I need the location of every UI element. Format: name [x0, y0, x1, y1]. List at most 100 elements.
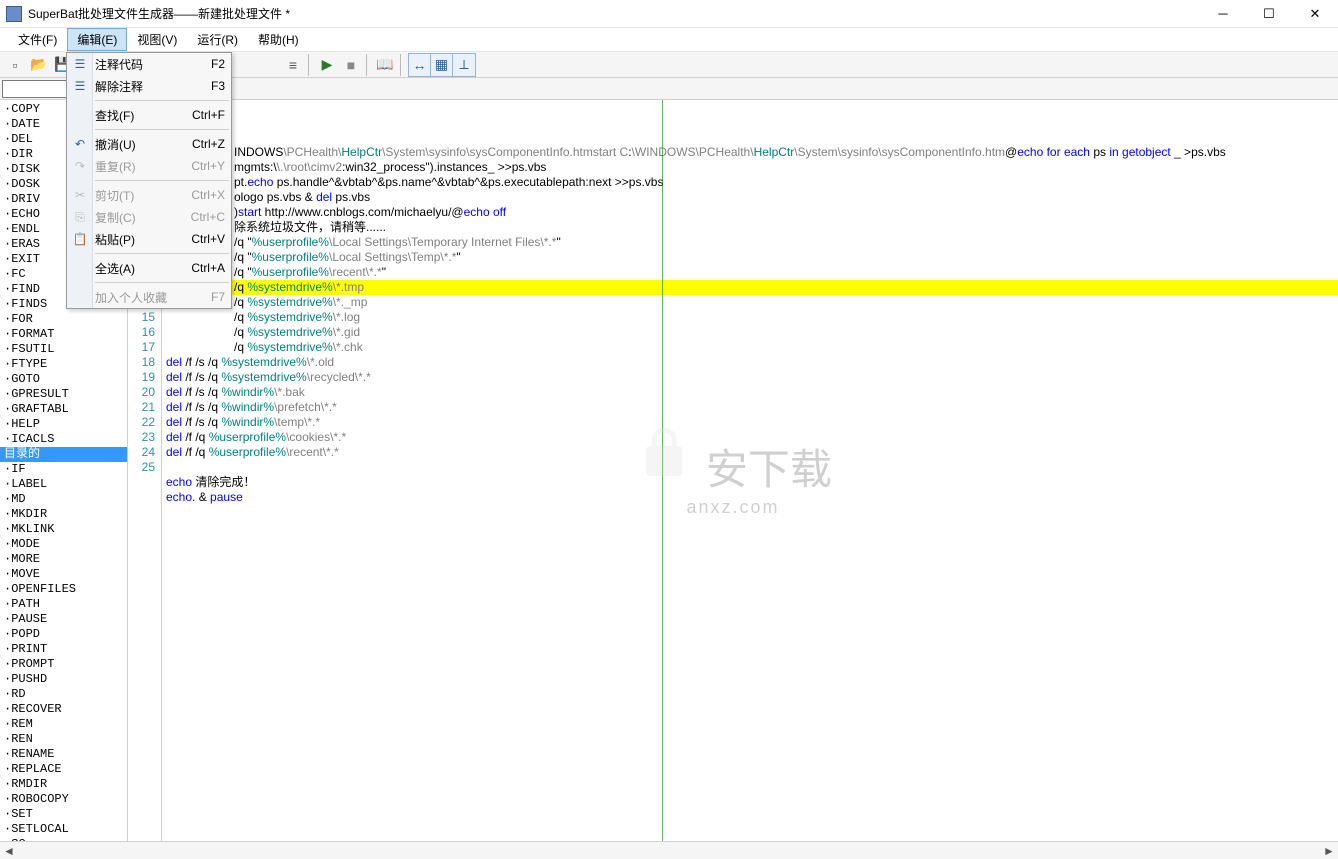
menu-comment[interactable]: ☰注释代码F2: [67, 53, 231, 75]
sidebar-item[interactable]: ·RENAME: [0, 747, 127, 762]
run-icon[interactable]: ▶: [316, 54, 338, 76]
sidebar-item[interactable]: ·IF: [0, 462, 127, 477]
sidebar-item[interactable]: ·HELP: [0, 417, 127, 432]
code-line[interactable]: /q %systemdrive%\*._mp: [230, 295, 1338, 310]
code-line[interactable]: echo 清除完成！: [162, 475, 1338, 490]
redo-icon: ↷: [72, 158, 88, 174]
code-area[interactable]: INDOWS\PCHealth\HelpCtr\System\sysinfo\s…: [162, 100, 1338, 841]
sidebar-item[interactable]: ·FSUTIL: [0, 342, 127, 357]
open-file-icon[interactable]: 📂: [28, 54, 50, 76]
sidebar-item[interactable]: ·SETLOCAL: [0, 822, 127, 837]
code-line[interactable]: /q "%userprofile%\Local Settings\Temp\*.…: [230, 250, 1338, 265]
menu-cut[interactable]: ✂剪切(T)Ctrl+X: [67, 184, 231, 206]
scroll-right-icon[interactable]: ►: [1320, 844, 1338, 858]
sidebar-item[interactable]: ·REM: [0, 717, 127, 732]
sidebar-item[interactable]: ·SET: [0, 807, 127, 822]
code-line[interactable]: del /f /q %userprofile%\recent\*.*: [162, 445, 1338, 460]
menu-copy[interactable]: ⎘复制(C)Ctrl+C: [67, 206, 231, 228]
sidebar-item[interactable]: ·RD: [0, 687, 127, 702]
code-line[interactable]: pt.echo ps.handle^&vbtab^&ps.name^&vbtab…: [230, 175, 1338, 190]
sidebar-item[interactable]: ·PROMPT: [0, 657, 127, 672]
sidebar-item[interactable]: ·PAUSE: [0, 612, 127, 627]
sidebar-item[interactable]: ·REPLACE: [0, 762, 127, 777]
sidebar-item[interactable]: ·MKLINK: [0, 522, 127, 537]
menu-run[interactable]: 运行(R): [187, 28, 248, 51]
maximize-button[interactable]: ☐: [1246, 0, 1292, 28]
menu-separator: [95, 100, 229, 101]
code-line[interactable]: 除系统垃圾文件，请稍等......: [230, 220, 1338, 235]
sidebar-item[interactable]: 目录的: [0, 447, 127, 462]
sidebar-item[interactable]: ·PUSHD: [0, 672, 127, 687]
code-line[interactable]: del /f /s /q %windir%\prefetch\*.*: [162, 400, 1338, 415]
toolbar-separator: [308, 54, 312, 76]
menu-add-favorite[interactable]: 加入个人收藏F7: [67, 286, 231, 308]
code-line[interactable]: mgmts:\\.\root\cimv2:win32_process").ins…: [230, 160, 1338, 175]
wrap-icon[interactable]: ↔: [409, 54, 431, 76]
menu-help[interactable]: 帮助(H): [248, 28, 309, 51]
sidebar-item[interactable]: ·MODE: [0, 537, 127, 552]
code-line[interactable]: )start http://www.cnblogs.com/michaelyu/…: [230, 205, 1338, 220]
print-margin-line: [662, 100, 663, 841]
uncomment-icon: ☰: [72, 78, 88, 94]
code-line[interactable]: del /f /s /q %windir%\temp\*.*: [162, 415, 1338, 430]
menu-edit[interactable]: 编辑(E): [67, 28, 127, 51]
code-line[interactable]: ologo ps.vbs & del ps.vbs: [230, 190, 1338, 205]
sidebar-item[interactable]: ·PRINT: [0, 642, 127, 657]
sidebar-item[interactable]: ·MKDIR: [0, 507, 127, 522]
code-line[interactable]: INDOWS\PCHealth\HelpCtr\System\sysinfo\s…: [230, 145, 1338, 160]
close-button[interactable]: ✕: [1292, 0, 1338, 28]
scroll-left-icon[interactable]: ◄: [0, 844, 18, 858]
sidebar-item[interactable]: ·RECOVER: [0, 702, 127, 717]
code-line[interactable]: /q %systemdrive%\*.chk: [230, 340, 1338, 355]
code-line[interactable]: del /f /s /q %windir%\*.bak: [162, 385, 1338, 400]
code-line[interactable]: del /f /s /q %systemdrive%\*.old: [162, 355, 1338, 370]
code-line[interactable]: /q "%userprofile%\Local Settings\Tempora…: [230, 235, 1338, 250]
code-line[interactable]: /q %systemdrive%\*.gid: [230, 325, 1338, 340]
undo-icon: ↶: [72, 136, 88, 152]
sidebar-item[interactable]: ·FORMAT: [0, 327, 127, 342]
menu-view[interactable]: 视图(V): [127, 28, 187, 51]
sidebar-item[interactable]: ·FOR: [0, 312, 127, 327]
sidebar-item[interactable]: ·MD: [0, 492, 127, 507]
code-line[interactable]: [162, 505, 1338, 520]
sidebar-item[interactable]: ·PATH: [0, 597, 127, 612]
sidebar-item[interactable]: ·ROBOCOPY: [0, 792, 127, 807]
code-line[interactable]: [162, 460, 1338, 475]
new-file-icon[interactable]: ▫: [4, 54, 26, 76]
sidebar-item[interactable]: ·GPRESULT: [0, 387, 127, 402]
ruler-icon[interactable]: ⟂: [453, 54, 475, 76]
code-line[interactable]: del /f /q %userprofile%\cookies\*.*: [162, 430, 1338, 445]
code-line[interactable]: /q "%userprofile%\recent\*.*": [230, 265, 1338, 280]
book-icon[interactable]: 📖: [374, 54, 396, 76]
code-line[interactable]: /q %systemdrive%\*.log: [230, 310, 1338, 325]
menu-redo[interactable]: ↷重复(R)Ctrl+Y: [67, 155, 231, 177]
sidebar-item[interactable]: ·POPD: [0, 627, 127, 642]
menu-bar: 文件(F) 编辑(E) 视图(V) 运行(R) 帮助(H): [0, 28, 1338, 52]
menu-file[interactable]: 文件(F): [8, 28, 67, 51]
sidebar-item[interactable]: ·GRAFTABL: [0, 402, 127, 417]
sidebar-item[interactable]: ·ICACLS: [0, 432, 127, 447]
menu-undo[interactable]: ↶撤消(U)Ctrl+Z: [67, 133, 231, 155]
sidebar-item[interactable]: ·REN: [0, 732, 127, 747]
menu-find[interactable]: 查找(F)Ctrl+F: [67, 104, 231, 126]
menu-paste[interactable]: 📋粘贴(P)Ctrl+V: [67, 228, 231, 250]
sidebar-item[interactable]: ·MORE: [0, 552, 127, 567]
sidebar-item[interactable]: ·RMDIR: [0, 777, 127, 792]
minimize-button[interactable]: ─: [1200, 0, 1246, 28]
menu-uncomment[interactable]: ☰解除注释F3: [67, 75, 231, 97]
sidebar-item[interactable]: ·FTYPE: [0, 357, 127, 372]
sidebar-item[interactable]: ·MOVE: [0, 567, 127, 582]
code-line[interactable]: /q %systemdrive%\*.tmp: [230, 280, 1338, 295]
status-bar: ◄ ►: [0, 841, 1338, 859]
code-line[interactable]: del /f /s /q %systemdrive%\recycled\*.*: [162, 370, 1338, 385]
sidebar-item[interactable]: ·OPENFILES: [0, 582, 127, 597]
stop-icon[interactable]: ■: [340, 54, 362, 76]
sidebar-item[interactable]: ·GOTO: [0, 372, 127, 387]
code-line[interactable]: echo. & pause: [162, 490, 1338, 505]
align-icon[interactable]: ≡: [282, 54, 304, 76]
toolbar-separator: [400, 54, 404, 76]
sidebar-item[interactable]: ·LABEL: [0, 477, 127, 492]
grid-icon[interactable]: ▦: [431, 54, 453, 76]
menu-select-all[interactable]: 全选(A)Ctrl+A: [67, 257, 231, 279]
code-editor[interactable]: 1234567891011121314151617181920212223242…: [128, 100, 1338, 841]
